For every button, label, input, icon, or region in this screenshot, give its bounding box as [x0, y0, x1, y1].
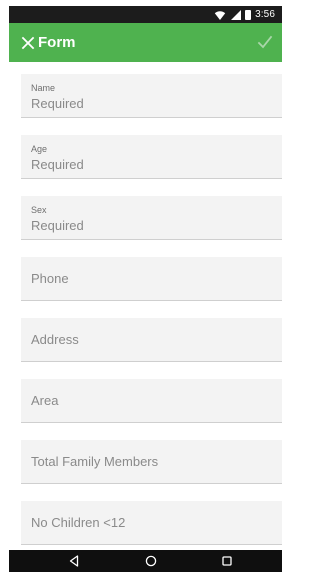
app-screen: 3:56 Form Name Required Age Required Sex…: [9, 6, 282, 572]
navigation-bar: [9, 550, 282, 572]
status-icons: 3:56: [214, 8, 275, 21]
check-icon: [257, 35, 273, 49]
sex-field-label: Sex: [31, 205, 47, 215]
sex-field[interactable]: Sex Required: [21, 196, 282, 240]
form-content: Name Required Age Required Sex Required …: [9, 62, 282, 550]
battery-icon: [245, 9, 252, 20]
age-field-label: Age: [31, 144, 48, 154]
address-field[interactable]: Address: [21, 318, 282, 362]
children-under-12-field[interactable]: No Children <12: [21, 501, 282, 545]
home-button[interactable]: [143, 553, 159, 569]
back-button[interactable]: [66, 553, 82, 569]
status-time: 3:56: [255, 9, 275, 20]
back-icon: [69, 555, 79, 567]
recents-icon: [222, 556, 232, 566]
name-field-label: Name: [31, 83, 56, 93]
name-field[interactable]: Name Required: [21, 74, 282, 118]
area-field-placeholder: Area: [31, 393, 59, 408]
total-family-members-placeholder: Total Family Members: [31, 454, 159, 469]
sex-field-value: Required: [31, 218, 84, 233]
phone-screen: 3:56 Form Name Required Age Required Sex…: [0, 0, 291, 577]
signal-icon: [231, 9, 242, 20]
children-under-12-placeholder: No Children <12: [31, 515, 126, 530]
confirm-button[interactable]: [252, 29, 278, 55]
name-field-value: Required: [31, 96, 84, 111]
status-bar: 3:56: [9, 6, 282, 23]
app-bar: Form: [9, 23, 282, 62]
page-title: Form: [38, 34, 76, 51]
age-field-value: Required: [31, 157, 84, 172]
recents-button[interactable]: [219, 553, 235, 569]
total-family-members-field[interactable]: Total Family Members: [21, 440, 282, 484]
age-field[interactable]: Age Required: [21, 135, 282, 179]
phone-field[interactable]: Phone: [21, 257, 282, 301]
phone-field-placeholder: Phone: [31, 271, 69, 286]
home-icon: [145, 555, 157, 567]
area-field[interactable]: Area: [21, 379, 282, 423]
wifi-icon: [214, 10, 226, 20]
address-field-placeholder: Address: [31, 332, 79, 347]
close-icon: [21, 36, 35, 50]
